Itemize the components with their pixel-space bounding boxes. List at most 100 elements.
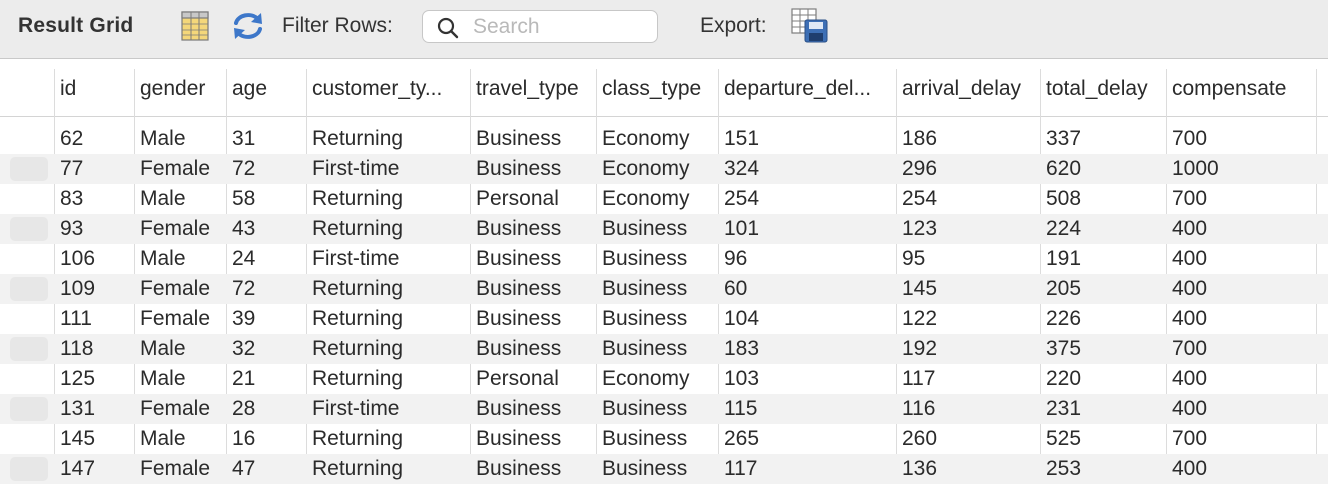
cell-departure-delay[interactable]: 101 <box>724 214 759 244</box>
cell-age[interactable]: 28 <box>232 394 255 424</box>
cell-arrival-delay[interactable]: 122 <box>902 304 937 334</box>
search-input[interactable] <box>473 14 648 39</box>
cell-compensate[interactable]: 400 <box>1172 454 1207 484</box>
cell-gender[interactable]: Male <box>140 244 186 274</box>
table-row[interactable]: 111 Female 39 Returning Business Business 104 1… <box>0 304 1328 334</box>
column-header-class-type[interactable]: class_type <box>602 72 716 106</box>
cell-departure-delay[interactable]: 254 <box>724 184 759 214</box>
cell-total-delay[interactable]: 337 <box>1046 124 1081 154</box>
table-row[interactable]: 145 Male 16 Returning Business Business 265 260… <box>0 424 1328 454</box>
cell-arrival-delay[interactable]: 116 <box>902 394 935 424</box>
cell-age[interactable]: 72 <box>232 274 255 304</box>
cell-travel-type[interactable]: Business <box>476 424 561 454</box>
column-header-id[interactable]: id <box>60 72 132 106</box>
form-editor-grid-icon[interactable] <box>181 11 209 46</box>
cell-gender[interactable]: Female <box>140 274 210 304</box>
cell-departure-delay[interactable]: 60 <box>724 274 747 304</box>
cell-travel-type[interactable]: Business <box>476 124 561 154</box>
cell-total-delay[interactable]: 508 <box>1046 184 1081 214</box>
cell-customer-type[interactable]: First-time <box>312 244 400 274</box>
cell-travel-type[interactable]: Personal <box>476 184 559 214</box>
cell-age[interactable]: 43 <box>232 214 255 244</box>
cell-age[interactable]: 58 <box>232 184 255 214</box>
cell-total-delay[interactable]: 231 <box>1046 394 1081 424</box>
table-row[interactable]: 93 Female 43 Returning Business Business 101 12… <box>0 214 1328 244</box>
cell-class-type[interactable]: Business <box>602 454 687 484</box>
row-selector[interactable] <box>10 367 48 391</box>
cell-arrival-delay[interactable]: 145 <box>902 274 937 304</box>
cell-departure-delay[interactable]: 96 <box>724 244 747 274</box>
refresh-icon[interactable] <box>231 10 265 47</box>
cell-total-delay[interactable]: 620 <box>1046 154 1081 184</box>
row-selector[interactable] <box>10 217 48 241</box>
cell-customer-type[interactable]: Returning <box>312 454 403 484</box>
cell-total-delay[interactable]: 224 <box>1046 214 1081 244</box>
cell-arrival-delay[interactable]: 117 <box>902 364 935 394</box>
cell-customer-type[interactable]: Returning <box>312 424 403 454</box>
cell-class-type[interactable]: Business <box>602 334 687 364</box>
cell-total-delay[interactable]: 253 <box>1046 454 1081 484</box>
cell-id[interactable]: 62 <box>60 124 83 154</box>
cell-id[interactable]: 145 <box>60 424 95 454</box>
cell-gender[interactable]: Female <box>140 454 210 484</box>
cell-class-type[interactable]: Business <box>602 274 687 304</box>
cell-compensate[interactable]: 700 <box>1172 184 1207 214</box>
cell-compensate[interactable]: 400 <box>1172 214 1207 244</box>
cell-class-type[interactable]: Business <box>602 394 687 424</box>
cell-customer-type[interactable]: First-time <box>312 394 400 424</box>
cell-customer-type[interactable]: First-time <box>312 154 400 184</box>
table-row[interactable]: 62 Male 31 Returning Business Economy 151 186 33… <box>0 124 1328 154</box>
cell-age[interactable]: 21 <box>232 364 255 394</box>
cell-total-delay[interactable]: 205 <box>1046 274 1081 304</box>
cell-departure-delay[interactable]: 115 <box>724 394 757 424</box>
table-row[interactable]: 125 Male 21 Returning Personal Economy 103 117 2… <box>0 364 1328 394</box>
cell-customer-type[interactable]: Returning <box>312 364 403 394</box>
cell-departure-delay[interactable]: 151 <box>724 124 759 154</box>
cell-total-delay[interactable]: 375 <box>1046 334 1081 364</box>
cell-arrival-delay[interactable]: 192 <box>902 334 937 364</box>
row-selector[interactable] <box>10 127 48 151</box>
cell-travel-type[interactable]: Business <box>476 454 561 484</box>
filter-rows-search[interactable] <box>422 10 658 43</box>
cell-gender[interactable]: Male <box>140 424 186 454</box>
cell-travel-type[interactable]: Business <box>476 304 561 334</box>
cell-gender[interactable]: Female <box>140 304 210 334</box>
cell-travel-type[interactable]: Personal <box>476 364 559 394</box>
table-row[interactable]: 109 Female 72 Returning Business Business 60 14… <box>0 274 1328 304</box>
cell-id[interactable]: 93 <box>60 214 83 244</box>
cell-id[interactable]: 147 <box>60 454 95 484</box>
cell-departure-delay[interactable]: 183 <box>724 334 759 364</box>
row-selector[interactable] <box>10 247 48 271</box>
column-header-departure-delay[interactable]: departure_del... <box>724 72 894 106</box>
cell-age[interactable]: 39 <box>232 304 255 334</box>
cell-travel-type[interactable]: Business <box>476 394 561 424</box>
row-selector[interactable] <box>10 427 48 451</box>
cell-customer-type[interactable]: Returning <box>312 334 403 364</box>
cell-class-type[interactable]: Business <box>602 214 687 244</box>
table-row[interactable]: 77 Female 72 First-time Business Economy 324 29… <box>0 154 1328 184</box>
cell-customer-type[interactable]: Returning <box>312 184 403 214</box>
cell-id[interactable]: 106 <box>60 244 95 274</box>
cell-id[interactable]: 125 <box>60 364 95 394</box>
cell-arrival-delay[interactable]: 296 <box>902 154 937 184</box>
table-row[interactable]: 118 Male 32 Returning Business Business 183 192… <box>0 334 1328 364</box>
cell-total-delay[interactable]: 525 <box>1046 424 1081 454</box>
row-selector[interactable] <box>10 457 48 481</box>
row-selector[interactable] <box>10 157 48 181</box>
cell-id[interactable]: 83 <box>60 184 83 214</box>
cell-id[interactable]: 111 <box>60 304 92 334</box>
table-row[interactable]: 131 Female 28 First-time Business Business 115… <box>0 394 1328 424</box>
cell-age[interactable]: 31 <box>232 124 255 154</box>
cell-travel-type[interactable]: Business <box>476 334 561 364</box>
cell-class-type[interactable]: Economy <box>602 154 690 184</box>
cell-compensate[interactable]: 700 <box>1172 334 1207 364</box>
column-header-travel-type[interactable]: travel_type <box>476 72 596 106</box>
cell-arrival-delay[interactable]: 186 <box>902 124 937 154</box>
table-row[interactable]: 147 Female 47 Returning Business Business 117 1… <box>0 454 1328 484</box>
cell-total-delay[interactable]: 226 <box>1046 304 1081 334</box>
cell-age[interactable]: 32 <box>232 334 255 364</box>
cell-departure-delay[interactable]: 117 <box>724 454 757 484</box>
cell-arrival-delay[interactable]: 254 <box>902 184 937 214</box>
cell-departure-delay[interactable]: 103 <box>724 364 759 394</box>
cell-age[interactable]: 24 <box>232 244 255 274</box>
